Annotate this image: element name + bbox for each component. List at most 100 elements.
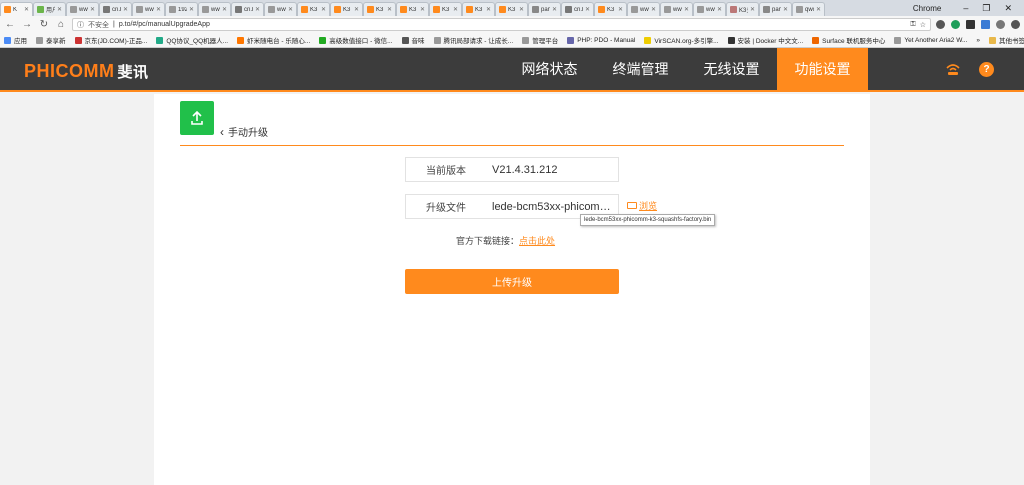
browser-tab[interactable]: www✕ <box>198 2 231 16</box>
bookmark-item[interactable]: VirSCAN.org-多引擎... <box>644 35 719 45</box>
upgrade-file-field[interactable]: lede-bcm53xx-phicomm-k3-squashfs-factory… <box>486 201 618 213</box>
nav-item[interactable]: 网络状态 <box>504 48 595 90</box>
tab-close-icon[interactable]: ✕ <box>717 6 722 13</box>
minimize-button[interactable]: – <box>963 3 968 13</box>
url-field[interactable]: ⓘ 不安全 | p.to/#/pc/manualUpgradeApp ⚿ ☆ <box>72 18 931 31</box>
extension-icon[interactable] <box>966 20 975 29</box>
browser-tab[interactable]: 用户✕ <box>33 2 66 16</box>
tab-close-icon[interactable]: ✕ <box>156 6 161 13</box>
bookmark-item[interactable]: 高级数值接口 - 微信... <box>319 35 393 45</box>
bookmark-item[interactable]: 泰享新 <box>36 35 66 45</box>
bookmark-star-icon[interactable]: ☆ <box>920 21 926 29</box>
browser-tab[interactable]: www✕ <box>132 2 165 16</box>
nav-item[interactable]: 功能设置 <box>777 48 868 90</box>
bookmark-item[interactable]: PHP: PDO - Manual <box>567 36 635 44</box>
browser-tab[interactable]: www✕ <box>660 2 693 16</box>
extension-icon[interactable] <box>936 20 945 29</box>
bookmark-item[interactable]: 京东(JD.COM)-正品... <box>74 35 147 45</box>
tab-close-icon[interactable]: ✕ <box>519 6 524 13</box>
bookmark-item[interactable]: 腾讯局部请求 - 让成长... <box>433 35 513 45</box>
tab-close-icon[interactable]: ✕ <box>552 6 557 13</box>
url-text[interactable]: p.to/#/pc/manualUpgradeApp <box>119 21 210 28</box>
back-arrow-icon[interactable]: ← <box>4 19 16 30</box>
browser-tab[interactable]: cn.b✕ <box>99 2 132 16</box>
tab-close-icon[interactable]: ✕ <box>750 6 755 13</box>
tab-close-icon[interactable]: ✕ <box>585 6 590 13</box>
tab-close-icon[interactable]: ✕ <box>123 6 128 13</box>
router-icon[interactable] <box>945 62 961 76</box>
browser-tab[interactable]: K3 ✕ <box>594 2 627 16</box>
logo-cn: 斐讯 <box>117 64 149 81</box>
extension-icon[interactable] <box>996 20 1005 29</box>
tab-close-icon[interactable]: ✕ <box>222 6 227 13</box>
reload-icon[interactable]: ↻ <box>38 19 50 30</box>
tab-close-icon[interactable]: ✕ <box>189 6 194 13</box>
browse-button[interactable]: 浏览 <box>627 199 657 212</box>
back-link[interactable]: ‹ 手动升级 <box>220 124 268 140</box>
bookmark-item[interactable]: 管理平台 <box>522 35 558 45</box>
browser-tab[interactable]: K3 ✕ <box>396 2 429 16</box>
tab-close-icon[interactable]: ✕ <box>24 6 29 13</box>
browser-tab[interactable]: K3 ✕ <box>495 2 528 16</box>
maximize-button[interactable]: ❐ <box>982 3 990 14</box>
browser-tab[interactable]: K3 ✕ <box>462 2 495 16</box>
help-icon[interactable]: ? <box>979 62 994 77</box>
tab-close-icon[interactable]: ✕ <box>783 6 788 13</box>
browser-tab[interactable]: www✕ <box>264 2 297 16</box>
tab-close-icon[interactable]: ✕ <box>618 6 623 13</box>
browser-tab[interactable]: www✕ <box>693 2 726 16</box>
browser-tab[interactable]: www✕ <box>627 2 660 16</box>
browser-tab[interactable]: K3 ✕ <box>297 2 330 16</box>
upload-upgrade-button[interactable]: 上传升级 <box>405 269 619 294</box>
tab-close-icon[interactable]: ✕ <box>321 6 326 13</box>
home-icon[interactable]: ⌂ <box>55 19 67 30</box>
download-link[interactable]: 点击此处 <box>519 236 555 246</box>
browser-tab[interactable]: www✕ <box>66 2 99 16</box>
bookmark-item[interactable]: Yet Another Aria2 W... <box>894 36 967 44</box>
bookmark-label: 音味 <box>411 38 425 45</box>
extension-icon[interactable] <box>951 20 960 29</box>
other-bookmarks[interactable]: 其他书签 <box>989 35 1024 45</box>
browser-tab[interactable]: qwo✕ <box>792 2 825 16</box>
bookmark-item[interactable]: 应用 <box>4 35 27 45</box>
tab-close-icon[interactable]: ✕ <box>486 6 491 13</box>
tab-close-icon[interactable]: ✕ <box>354 6 359 13</box>
tab-close-icon[interactable]: ✕ <box>684 6 689 13</box>
tab-close-icon[interactable]: ✕ <box>453 6 458 13</box>
info-icon[interactable]: ⓘ <box>77 20 84 30</box>
browser-tab[interactable]: pan✕ <box>528 2 561 16</box>
bookmarks-overflow-button[interactable]: » <box>976 37 980 44</box>
tab-close-icon[interactable]: ✕ <box>387 6 392 13</box>
browser-tab[interactable]: K3多✕ <box>726 2 759 16</box>
nav-item[interactable]: 终端管理 <box>595 48 686 90</box>
nav-item[interactable]: 无线设置 <box>686 48 777 90</box>
tab-close-icon[interactable]: ✕ <box>420 6 425 13</box>
browser-tab[interactable]: K3 ✕ <box>363 2 396 16</box>
bookmark-item[interactable]: QQ协议_QQ机器人... <box>156 35 228 45</box>
browser-tab[interactable]: cn.b✕ <box>231 2 264 16</box>
tab-close-icon[interactable]: ✕ <box>288 6 293 13</box>
forward-arrow-icon[interactable]: → <box>21 19 33 30</box>
browser-tab[interactable]: 192✕ <box>165 2 198 16</box>
bookmark-item[interactable]: 虾米随电台 - 乐随心... <box>237 35 310 45</box>
bookmark-item[interactable]: Surface 联机服务中心 <box>812 35 885 45</box>
tab-close-icon[interactable]: ✕ <box>90 6 95 13</box>
browser-tab[interactable]: K3 ✕ <box>330 2 363 16</box>
menu-icon[interactable] <box>1011 20 1020 29</box>
tab-favicon-icon <box>103 6 110 13</box>
tab-close-icon[interactable]: ✕ <box>57 6 62 13</box>
tab-close-icon[interactable]: ✕ <box>816 6 821 13</box>
profile-label[interactable]: Chrome <box>913 4 941 13</box>
browser-tab[interactable]: cn.b✕ <box>561 2 594 16</box>
browser-tab[interactable]: K ✕ <box>0 2 33 16</box>
browser-tab[interactable]: pan✕ <box>759 2 792 16</box>
browser-tab[interactable]: K3 ✕ <box>429 2 462 16</box>
tab-close-icon[interactable]: ✕ <box>255 6 260 13</box>
tab-close-icon[interactable]: ✕ <box>651 6 656 13</box>
current-version-label: 当前版本 <box>426 166 466 177</box>
close-window-button[interactable]: ✕ <box>1004 3 1012 14</box>
bookmark-item[interactable]: 音味 <box>401 35 425 45</box>
bookmark-item[interactable]: 安装 | Docker 中文文... <box>727 35 803 45</box>
key-icon[interactable]: ⚿ <box>910 21 915 29</box>
extension-icon[interactable] <box>981 20 990 29</box>
